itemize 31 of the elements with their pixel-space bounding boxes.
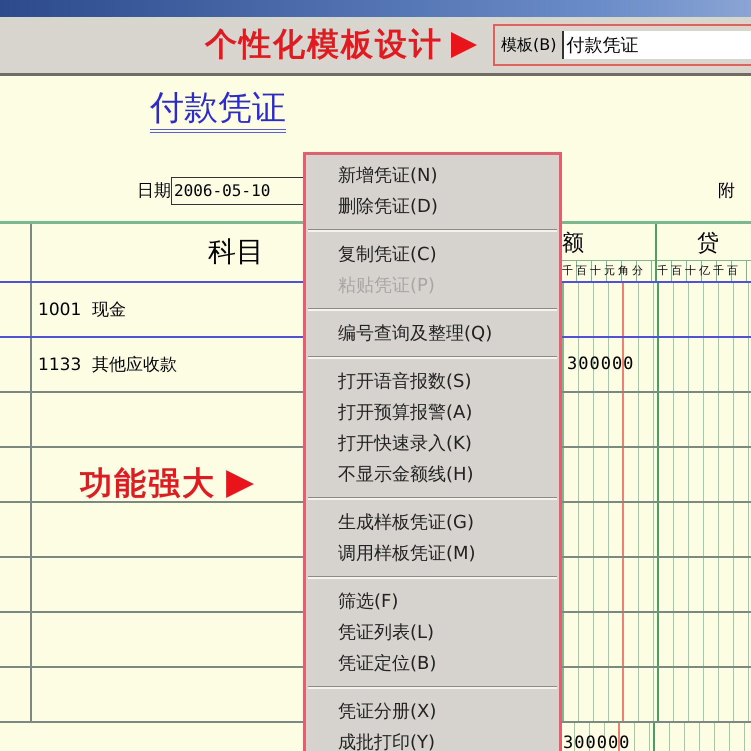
account-cell-text: 1001 现金	[37, 298, 126, 321]
menu-item[interactable]: 筛选(F)	[306, 586, 559, 617]
menu-item[interactable]: 编号查询及整理(Q)	[306, 318, 559, 349]
annotation-text: 功能强大	[80, 463, 216, 504]
menu-item[interactable]: 调用样板凭证(M)	[306, 538, 559, 569]
arrow-icon	[224, 468, 256, 500]
digit-header: 千百十元角分	[562, 260, 655, 281]
digit-header: 千百十亿千百	[657, 260, 751, 281]
menu-item[interactable]: 凭证定位(B)	[306, 648, 559, 679]
total-amount: 300000	[563, 732, 630, 751]
menu-item[interactable]: 凭证列表(L)	[306, 617, 559, 648]
annotation-text: 个性化模板设计	[205, 24, 443, 65]
column-header: 额	[562, 230, 585, 258]
date-label: 日期	[137, 180, 171, 202]
column-header: 科目	[208, 234, 264, 270]
attachments-label: 附	[718, 180, 735, 202]
column-header: 贷	[696, 230, 720, 258]
amount-cell: 300000	[567, 354, 634, 374]
menu-item[interactable]: 打开预算报警(A)	[306, 397, 559, 428]
menu-item[interactable]: 凭证分册(X)	[306, 696, 559, 727]
menu-item[interactable]: 打开语音报数(S)	[306, 366, 559, 397]
menu-item[interactable]: 打开快速录入(K)	[306, 428, 559, 459]
menu-item[interactable]: 生成样板凭证(G)	[306, 507, 559, 538]
template-field[interactable]: 付款凭证	[562, 31, 751, 59]
arrow-icon	[449, 30, 479, 60]
menu-item[interactable]: 不显示金额线(H)	[306, 459, 559, 490]
menu-item[interactable]: 成批打印(Y)	[306, 727, 559, 751]
field-label: 模板(B)	[501, 34, 556, 56]
account-cell-text: 1133 其他应收款	[37, 354, 178, 376]
menu-item[interactable]: 复制凭证(C)	[306, 239, 559, 270]
voucher-title: 付款凭证	[150, 88, 286, 133]
